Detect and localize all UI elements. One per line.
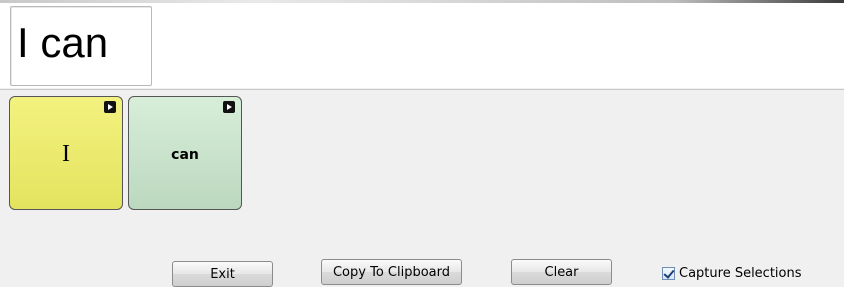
message-text: I can xyxy=(17,19,109,66)
clear-button[interactable]: Clear xyxy=(511,259,612,285)
checkbox-checked-icon[interactable] xyxy=(662,266,675,280)
message-text-field[interactable]: I can xyxy=(10,6,152,86)
word-tile-can[interactable]: can xyxy=(128,96,242,210)
text-display-area: I can xyxy=(0,0,844,88)
divider xyxy=(0,89,844,90)
window-edge xyxy=(0,0,844,3)
copy-to-clipboard-button[interactable]: Copy To Clipboard xyxy=(321,259,462,285)
word-tile-label: can xyxy=(171,147,199,163)
capture-selections-label: Capture Selections xyxy=(679,265,802,281)
word-tile-i[interactable]: I xyxy=(9,96,123,210)
play-corner-icon xyxy=(223,101,235,113)
exit-button[interactable]: Exit xyxy=(172,261,273,287)
word-tile-label: I xyxy=(62,141,70,167)
play-corner-icon xyxy=(104,101,116,113)
capture-selections-checkbox[interactable]: Capture Selections xyxy=(662,264,802,282)
